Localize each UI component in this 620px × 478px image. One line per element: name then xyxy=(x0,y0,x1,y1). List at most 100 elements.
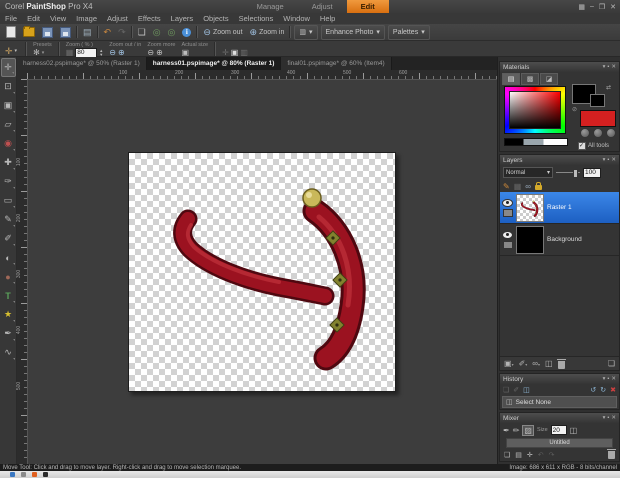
pan-option-icon[interactable]: ✛ xyxy=(222,48,229,57)
current-tool-dropdown[interactable]: ✛ ▾ xyxy=(3,44,19,58)
history-apply-icon[interactable]: ◫ xyxy=(523,386,530,394)
menu-objects[interactable]: Objects xyxy=(198,13,233,24)
frame-tab[interactable]: ▤ xyxy=(502,73,520,85)
image-information-button[interactable]: i xyxy=(180,25,193,39)
edit-selection-icon[interactable]: ✎ xyxy=(503,182,510,191)
zoom-percent-stepper[interactable]: ▲ ▼ xyxy=(99,48,103,57)
menu-selections[interactable]: Selections xyxy=(234,13,279,24)
materials-close-icon[interactable]: ✕ xyxy=(611,63,616,71)
save-button[interactable] xyxy=(40,25,55,39)
straighten-tool[interactable]: ▱ xyxy=(1,115,16,134)
new-image-button[interactable] xyxy=(4,25,18,39)
image-canvas[interactable] xyxy=(128,152,396,392)
layer-name[interactable]: Raster 1 xyxy=(547,204,572,211)
menu-view[interactable]: View xyxy=(45,13,71,24)
chevron-down-icon[interactable]: ▾ xyxy=(42,50,45,56)
restore-button[interactable]: ❐ xyxy=(599,3,605,11)
taskbar-icon[interactable] xyxy=(21,472,26,477)
mixer-menu-icon[interactable]: ▾ xyxy=(603,414,606,422)
history-close-icon[interactable]: ✕ xyxy=(611,375,616,383)
mixer-load-page-icon[interactable]: ▤ xyxy=(515,451,522,459)
taskbar-icon[interactable] xyxy=(43,472,48,477)
fill-properties-swatch[interactable] xyxy=(580,110,616,127)
redo-button[interactable]: ↷ xyxy=(116,25,128,39)
new-layer-icon[interactable]: ▣▾ xyxy=(504,359,514,368)
menu-help[interactable]: Help xyxy=(315,13,340,24)
link-layers-icon[interactable]: ∞ xyxy=(525,182,531,191)
value-gradient-bar[interactable] xyxy=(504,138,568,146)
layers-pin-icon[interactable]: ▪ xyxy=(607,156,609,164)
undo-button[interactable]: ↶ xyxy=(102,25,114,39)
taskbar-icon[interactable] xyxy=(10,472,15,477)
mixer-page-name-bar[interactable]: Untitled xyxy=(506,438,613,448)
history-clear-icon[interactable]: ✖ xyxy=(610,386,616,394)
layer-row-raster1[interactable]: Raster 1 xyxy=(500,192,619,224)
opacity-slider[interactable] xyxy=(556,169,580,178)
layer-thumbnail[interactable] xyxy=(516,225,544,254)
grid-option-icon[interactable]: ▣ xyxy=(231,48,239,57)
history-redo-icon[interactable]: ↻ xyxy=(600,386,606,394)
mixer-delete-icon[interactable] xyxy=(607,449,616,459)
move-tool[interactable]: ✛ xyxy=(0,58,16,77)
background-color-swatch[interactable] xyxy=(590,94,605,107)
menu-effects[interactable]: Effects xyxy=(133,13,166,24)
mixer-close-icon[interactable]: ✕ xyxy=(611,414,616,422)
extra-option-icon[interactable]: ▥ xyxy=(240,48,248,57)
history-save-icon[interactable]: ❏ xyxy=(503,386,509,394)
layer-visibility-eye-icon[interactable] xyxy=(502,230,513,239)
history-pin-icon[interactable]: ▪ xyxy=(607,375,609,383)
mixer-redo-icon[interactable]: ↷ xyxy=(549,451,555,459)
gradient-style-button[interactable] xyxy=(593,128,603,138)
actual-size-icon[interactable]: ▣ xyxy=(181,48,189,57)
history-item-select-none[interactable]: ◫ Select None xyxy=(502,396,617,408)
transparency-icon[interactable]: ⊘ xyxy=(572,106,577,113)
text-tool[interactable]: T xyxy=(1,286,16,305)
resize-button[interactable]: ❏ xyxy=(136,25,148,39)
document-tab-final01[interactable]: final01.pspimage* @ 60% (Item4) xyxy=(281,57,392,70)
saturation-value-picker[interactable] xyxy=(509,91,561,129)
window-layout-dropdown[interactable]: ▥ ▾ xyxy=(294,24,318,40)
layer-properties-icon[interactable]: ❏ xyxy=(608,359,615,368)
mixer-pin-icon[interactable]: ▪ xyxy=(607,414,609,422)
swap-colors-icon[interactable]: ⇄ xyxy=(606,84,611,91)
swatches-tab[interactable]: ◪ xyxy=(540,73,558,85)
selection-tool[interactable]: ⊡ xyxy=(1,77,16,96)
open-image-button[interactable] xyxy=(21,25,37,39)
pen-tool[interactable]: ✒ xyxy=(1,324,16,343)
color-style-button[interactable] xyxy=(580,128,590,138)
history-menu-icon[interactable]: ▾ xyxy=(603,375,606,383)
workspace-switch-icon[interactable]: ▦ xyxy=(578,3,585,11)
zoom-out-button[interactable]: ⊖ Zoom out xyxy=(201,25,244,39)
layers-close-icon[interactable]: ✕ xyxy=(611,156,616,164)
lighten-darken-tool[interactable]: ◐ xyxy=(1,248,16,267)
visibility-icon[interactable]: ▦ xyxy=(514,182,522,191)
mixer-brush-icon[interactable]: ✏ xyxy=(513,426,520,435)
paint-brush-tool[interactable]: ✎ xyxy=(1,210,16,229)
airbrush-tool[interactable]: ✐ xyxy=(1,229,16,248)
menu-adjust[interactable]: Adjust xyxy=(102,13,133,24)
mixer-undo-icon[interactable]: ↶ xyxy=(538,451,544,459)
warp-brush-tool[interactable]: ∿ xyxy=(1,343,16,362)
red-eye-tool[interactable]: ◉ xyxy=(1,134,16,153)
history-quickscript-icon[interactable]: ✐ xyxy=(513,386,519,394)
layer-thumbnail[interactable] xyxy=(516,193,544,222)
layer-link-toggle[interactable] xyxy=(502,240,513,249)
layer-link-toggle[interactable] xyxy=(502,208,513,217)
blend-mode-dropdown[interactable]: Normal ▾ xyxy=(503,167,553,178)
rainbow-tab[interactable]: ▩ xyxy=(521,73,539,85)
hue-ring-picker[interactable] xyxy=(504,86,566,134)
zoom-in-button[interactable]: ⊕ Zoom in xyxy=(248,25,287,39)
menu-layers[interactable]: Layers xyxy=(166,13,199,24)
preset-shapes-tool[interactable]: ★ xyxy=(1,305,16,324)
crop-tool[interactable]: ▣ xyxy=(1,96,16,115)
enhance-photo-dropdown[interactable]: Enhance Photo ▾ xyxy=(320,24,385,40)
taskbar-icon[interactable] xyxy=(32,472,37,477)
menu-image[interactable]: Image xyxy=(71,13,102,24)
zoom-more-out-icon[interactable]: ⊖ xyxy=(147,48,154,57)
clone-brush-tool[interactable]: ✑ xyxy=(1,172,16,191)
layers-menu-icon[interactable]: ▾ xyxy=(603,156,606,164)
layer-row-background[interactable]: Background xyxy=(500,224,619,256)
document-tab-harness01[interactable]: harness01.pspimage* @ 80% (Raster 1) xyxy=(146,57,282,70)
mixer-knife-icon[interactable]: ✒ xyxy=(503,426,510,435)
new-mask-icon[interactable]: ✐▾ xyxy=(519,359,528,368)
